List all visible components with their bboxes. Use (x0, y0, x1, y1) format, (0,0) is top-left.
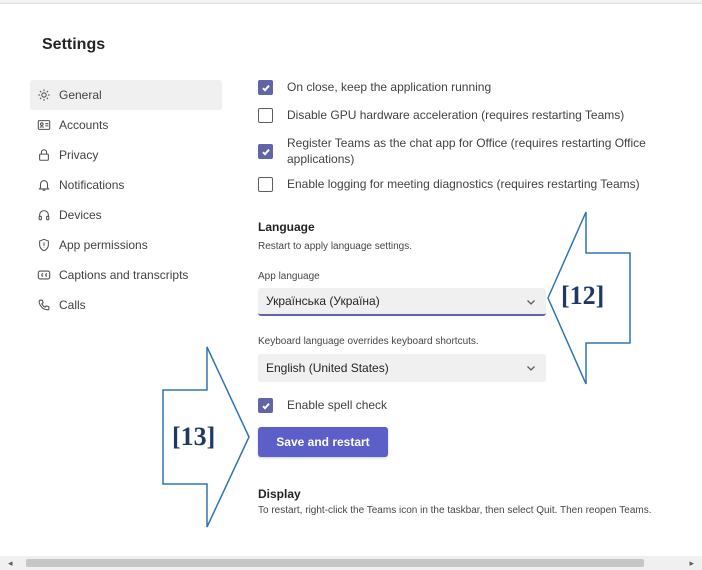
app-language-value: Українська (Україна) (266, 294, 380, 308)
display-section-title: Display (258, 487, 301, 501)
headset-icon (36, 207, 52, 223)
option-label: Enable spell check (287, 398, 388, 412)
checkbox-unchecked[interactable] (258, 108, 273, 123)
sidebar-item-label: Devices (59, 208, 102, 222)
id-card-icon (36, 117, 52, 133)
scrollbar-thumb[interactable] (26, 559, 644, 567)
language-section-title: Language (258, 220, 315, 234)
sidebar-item-label: Captions and transcripts (59, 268, 189, 282)
sidebar-item-notifications[interactable]: Notifications (30, 170, 222, 200)
keyboard-language-value: English (United States) (266, 361, 389, 375)
sidebar-item-devices[interactable]: Devices (30, 200, 222, 230)
callout-label-12: [12] (561, 281, 605, 310)
bell-icon (36, 177, 52, 193)
captions-icon (36, 267, 52, 283)
option-label: On close, keep the application running (287, 80, 492, 94)
window-top-edge (0, 0, 702, 4)
sidebar-item-label: Privacy (59, 148, 99, 162)
gear-icon (36, 87, 52, 103)
sidebar-item-label: Notifications (59, 178, 125, 192)
sidebar-item-calls[interactable]: Calls (30, 290, 222, 320)
language-subtitle: Restart to apply language settings. (258, 241, 412, 252)
sidebar-item-label: Calls (59, 298, 86, 312)
scroll-left-icon[interactable]: ◂ (8, 558, 13, 569)
app-language-dropdown[interactable]: Українська (Україна) (258, 288, 546, 316)
scroll-right-icon[interactable]: ▸ (689, 558, 694, 569)
save-and-restart-button[interactable]: Save and restart (258, 427, 388, 457)
chevron-down-icon (526, 362, 536, 372)
option-label: Register Teams as the chat app for Offic… (287, 136, 646, 166)
chevron-down-icon (526, 296, 536, 306)
shield-icon (36, 237, 52, 253)
sidebar-item-general[interactable]: General (30, 80, 222, 110)
sidebar-item-label: General (59, 88, 102, 102)
keyboard-language-dropdown[interactable]: English (United States) (258, 354, 546, 382)
option-spell-check[interactable]: Enable spell check (258, 397, 688, 413)
keyboard-language-label: Keyboard language overrides keyboard sho… (258, 336, 479, 347)
sidebar-item-label: App permissions (59, 238, 148, 252)
sidebar-item-captions[interactable]: Captions and transcripts (30, 260, 222, 290)
settings-sidebar: General Accounts Privacy Notifications D… (30, 80, 222, 320)
sidebar-item-label: Accounts (59, 118, 109, 132)
checkbox-checked[interactable] (258, 144, 273, 159)
checkbox-checked[interactable] (258, 80, 273, 95)
phone-icon (36, 297, 52, 313)
display-description: To restart, right-click the Teams icon i… (258, 505, 652, 516)
option-enable-logging[interactable]: Enable logging for meeting diagnostics (… (258, 176, 688, 192)
option-label: Enable logging for meeting diagnostics (… (287, 177, 640, 191)
horizontal-scrollbar[interactable]: ◂ ▸ (0, 556, 702, 570)
callout-label-13: [13] (172, 422, 216, 451)
sidebar-item-app-permissions[interactable]: App permissions (30, 230, 222, 260)
option-disable-gpu[interactable]: Disable GPU hardware acceleration (requi… (258, 107, 688, 123)
sidebar-item-accounts[interactable]: Accounts (30, 110, 222, 140)
page-title: Settings (42, 36, 106, 53)
app-language-label: App language (258, 271, 320, 282)
lock-icon (36, 147, 52, 163)
checkbox-unchecked[interactable] (258, 177, 273, 192)
option-register-chat-app[interactable]: Register Teams as the chat app for Offic… (258, 135, 688, 167)
checkbox-checked[interactable] (258, 398, 273, 413)
sidebar-item-privacy[interactable]: Privacy (30, 140, 222, 170)
option-label: Disable GPU hardware acceleration (requi… (287, 108, 625, 122)
option-keep-running[interactable]: On close, keep the application running (258, 79, 688, 95)
